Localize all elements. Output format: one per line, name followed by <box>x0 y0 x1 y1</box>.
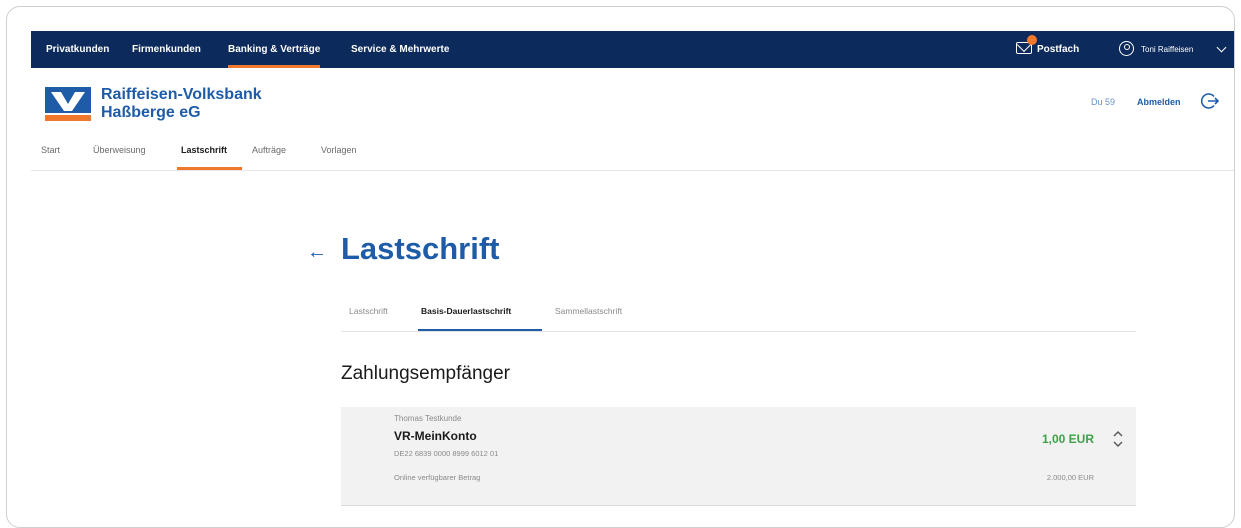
page-title: Lastschrift <box>341 231 500 266</box>
subnav-active-indicator <box>177 167 242 170</box>
page: Privatkunden Firmenkunden Banking & Vert… <box>31 31 1234 527</box>
nav-item-privatkunden[interactable]: Privatkunden <box>46 31 109 68</box>
nav-item-firmenkunden[interactable]: Firmenkunden <box>132 31 201 68</box>
subnav-item-auftraege[interactable]: Aufträge <box>252 145 286 155</box>
available-amount-value: 2.000,00 EUR <box>1046 473 1094 482</box>
notification-badge <box>1027 35 1037 45</box>
section-heading: Zahlungsempfänger <box>341 363 510 384</box>
bank-name-line2: Haßberge eG <box>101 104 201 121</box>
subnav-item-lastschrift[interactable]: Lastschrift <box>181 145 227 155</box>
account-balance: 1,00 EUR <box>1041 432 1094 446</box>
nav-item-service-mehrwerte[interactable]: Service & Mehrwerte <box>351 31 449 68</box>
bank-name: Raiffeisen-Volksbank Haßberge eG <box>101 86 262 122</box>
tab-lastschrift[interactable]: Lastschrift <box>349 306 388 316</box>
logout-icon[interactable] <box>1201 92 1219 110</box>
account-owner: Thomas Testkunde <box>394 414 462 423</box>
back-arrow-icon[interactable]: ← <box>307 241 327 264</box>
browser-frame: Privatkunden Firmenkunden Banking & Vert… <box>6 6 1235 528</box>
available-amount-label: Online verfügbarer Betrag <box>394 473 481 482</box>
postfach-link[interactable]: Postfach <box>1037 31 1079 68</box>
nav-item-banking-vertraege[interactable]: Banking & Verträge <box>228 31 321 68</box>
tab-active-indicator <box>418 329 542 331</box>
user-icon[interactable] <box>1119 41 1134 56</box>
transaction-type-tabs: Lastschrift Basis-Dauerlastschrift Samme… <box>341 299 1136 332</box>
account-name: VR-MeinKonto <box>394 429 477 443</box>
user-menu-label[interactable]: Toni Raiffeisen <box>1141 31 1193 68</box>
subnav-item-ueberweisung[interactable]: Überweisung <box>93 145 146 155</box>
sub-navigation: Start Überweisung Lastschrift Aufträge V… <box>31 131 1234 171</box>
logout-link[interactable]: Abmelden <box>1137 97 1181 107</box>
expand-collapse-icon[interactable] <box>1112 428 1124 450</box>
subnav-item-vorlagen[interactable]: Vorlagen <box>321 145 357 155</box>
top-navigation: Privatkunden Firmenkunden Banking & Vert… <box>31 31 1234 68</box>
account-selector[interactable]: Thomas Testkunde VR-MeinKonto DE22 6839 … <box>341 407 1136 506</box>
session-timer: Du 59 <box>1091 97 1116 107</box>
chevron-down-icon[interactable] <box>1216 42 1227 53</box>
tab-basis-dauerlastschrift[interactable]: Basis-Dauerlastschrift <box>421 306 511 316</box>
account-iban: DE22 6839 0000 8999 6012 01 <box>394 449 499 458</box>
bank-name-line1: Raiffeisen-Volksbank <box>101 86 262 103</box>
tab-sammellastschrift[interactable]: Sammellastschrift <box>555 306 622 316</box>
bank-logo[interactable] <box>45 87 91 121</box>
subnav-item-start[interactable]: Start <box>41 145 60 155</box>
